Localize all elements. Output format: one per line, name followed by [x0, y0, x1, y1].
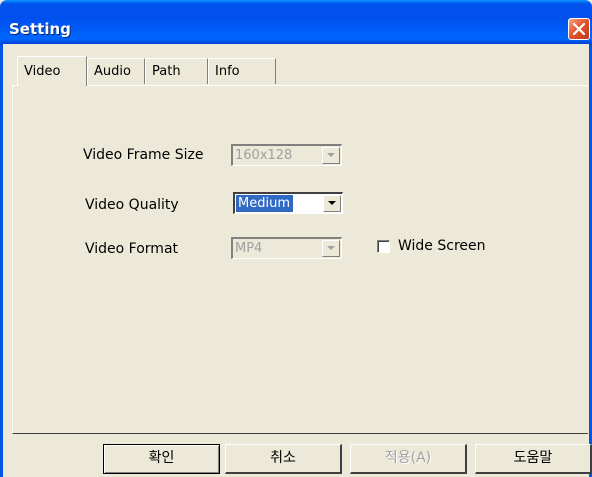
tab-page-video [12, 85, 588, 434]
window-title: Setting [9, 20, 71, 38]
help-button-label: 도움말 [513, 450, 553, 466]
tab-label: Info [215, 64, 240, 79]
frame-size-select: 160x128 [231, 144, 342, 166]
tab-label: Audio [94, 64, 131, 79]
wide-screen-label[interactable]: Wide Screen [398, 237, 486, 255]
cancel-button-label: 취소 [270, 450, 296, 466]
quality-value: Medium [236, 195, 293, 212]
ok-button[interactable]: 확인 [103, 444, 220, 474]
frame-size-value: 160x128 [235, 148, 293, 163]
quality-dropdown-button[interactable] [323, 195, 341, 212]
tab-label: Path [152, 64, 181, 79]
title-bar[interactable]: Setting [0, 0, 592, 44]
tab-path[interactable]: Path [145, 58, 208, 84]
tab-audio[interactable]: Audio [87, 58, 145, 84]
ok-button-label: 확인 [148, 450, 175, 466]
window-border-left [0, 44, 3, 477]
settings-dialog: Setting Video Audio Path Info Video Fram… [0, 0, 592, 477]
format-value: MP4 [235, 241, 263, 256]
format-dropdown-button [322, 240, 340, 257]
wide-screen-checkbox[interactable] [377, 240, 390, 253]
quality-select[interactable]: Medium [233, 192, 343, 214]
close-button[interactable] [568, 18, 590, 40]
tab-label: Video [24, 64, 61, 79]
tab-info[interactable]: Info [208, 58, 276, 84]
frame-size-label: Video Frame Size [83, 147, 204, 163]
help-button[interactable]: 도움말 [475, 444, 592, 474]
frame-size-dropdown-button [322, 147, 340, 164]
format-label: Video Format [85, 241, 179, 257]
tab-video[interactable]: Video [17, 56, 87, 86]
format-select: MP4 [231, 237, 342, 259]
cancel-button[interactable]: 취소 [225, 444, 342, 474]
quality-label: Video Quality [85, 197, 179, 213]
apply-button: 적용(A) [350, 444, 467, 474]
apply-button-label: 적용(A) [384, 450, 432, 466]
